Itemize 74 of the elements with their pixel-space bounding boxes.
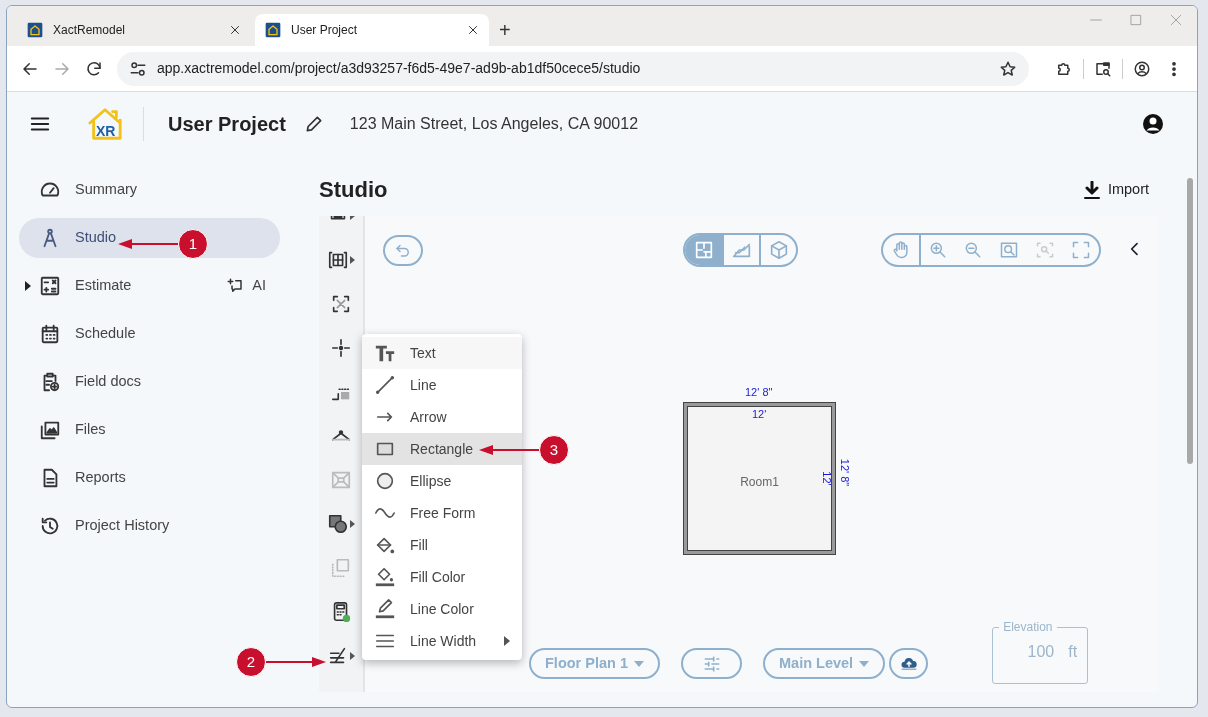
import-button[interactable]: Import xyxy=(1077,178,1155,202)
menu-item[interactable]: Free Form xyxy=(362,497,522,529)
room-name: Room1 xyxy=(740,474,779,491)
menu-item[interactable]: Fill xyxy=(362,529,522,561)
menu-item[interactable]: Ellipse xyxy=(362,465,522,497)
menu-item[interactable]: Fill Color xyxy=(362,561,522,593)
caret-down-icon xyxy=(634,660,644,667)
fullscreen-icon xyxy=(1071,240,1091,260)
callout-badge: 2 xyxy=(236,647,266,677)
grid-window-icon[interactable] xyxy=(327,249,349,271)
dashed-x-icon[interactable] xyxy=(330,293,352,315)
calculator-icon xyxy=(39,275,61,297)
line-icon xyxy=(374,374,396,396)
fill-color-icon xyxy=(374,566,396,588)
hand-icon xyxy=(891,240,911,260)
zoom-out-icon xyxy=(963,240,983,260)
ai-label[interactable]: AI xyxy=(252,275,266,297)
callout-arrow xyxy=(479,443,539,457)
menu-item[interactable]: Arrow xyxy=(362,401,522,433)
project-address: 123 Main Street, Los Angeles, CA 90012 xyxy=(349,114,639,134)
dimension-label: 12' 8" xyxy=(745,387,773,398)
close-icon[interactable] xyxy=(229,24,241,36)
circle-icon xyxy=(374,470,396,492)
callout-arrow xyxy=(266,655,326,669)
crosshair-icon[interactable] xyxy=(330,337,352,359)
star-icon[interactable] xyxy=(999,59,1017,78)
cloud-upload-button[interactable] xyxy=(889,648,929,679)
caret-down-icon xyxy=(859,660,870,667)
sidebar-item[interactable]: Files xyxy=(19,410,280,450)
sidebar-item[interactable]: Field docs xyxy=(19,362,280,402)
download-icon xyxy=(1083,181,1100,199)
zoom-in-icon xyxy=(928,240,948,260)
logo-text: XR xyxy=(96,123,116,139)
page-title: Studio xyxy=(319,176,388,204)
reload-icon[interactable] xyxy=(85,59,103,78)
menu-item[interactable]: Line Width xyxy=(362,625,522,657)
zoom-selection-icon xyxy=(1035,240,1055,260)
calendar-icon xyxy=(39,323,61,345)
scrollbar-thumb[interactable] xyxy=(1187,178,1193,464)
images-icon xyxy=(39,419,61,441)
favicon-icon xyxy=(27,22,43,38)
favicon-icon xyxy=(265,22,281,38)
account-icon[interactable] xyxy=(1141,112,1165,136)
menu-item[interactable]: Line xyxy=(362,369,522,401)
sidebar-item[interactable]: Estimate AI xyxy=(19,266,280,306)
sparkle-chat-icon xyxy=(226,277,245,295)
shapes-icon[interactable] xyxy=(327,513,349,535)
menu-item[interactable]: Line Color xyxy=(362,593,522,625)
sidebar-item[interactable]: Reports xyxy=(19,458,280,498)
dimension-label: 12' 8" xyxy=(839,458,851,487)
submenu-caret-icon[interactable] xyxy=(350,256,355,264)
profile-icon[interactable] xyxy=(1133,59,1151,78)
submenu-caret-icon[interactable] xyxy=(350,520,355,528)
menu-item[interactable]: Rectangle xyxy=(362,433,522,465)
project-name: User Project xyxy=(168,112,286,137)
pencil-icon xyxy=(374,598,396,620)
menu-item[interactable]: Text xyxy=(362,337,522,369)
browser-tab[interactable]: XactRemodel xyxy=(17,14,251,46)
expand-caret-icon[interactable] xyxy=(24,281,32,291)
browser-tab[interactable]: User Project xyxy=(255,14,489,46)
close-icon[interactable] xyxy=(467,24,479,36)
submenu-caret-icon[interactable] xyxy=(350,652,355,660)
callout-arrow xyxy=(118,237,178,251)
wave-icon xyxy=(374,507,396,519)
zoom-fit-icon xyxy=(999,240,1019,260)
sidebar-item[interactable]: Project History xyxy=(19,506,280,546)
site-settings-icon[interactable] xyxy=(129,59,147,78)
dimension-label: 12' xyxy=(752,409,767,420)
history-icon xyxy=(39,515,61,537)
sidebar-item[interactable]: Schedule xyxy=(19,314,280,354)
dimension-label: 12' xyxy=(820,471,832,486)
new-tab-button[interactable]: + xyxy=(493,20,517,40)
sidebar-item[interactable]: Summary xyxy=(19,170,280,210)
media-search-icon[interactable] xyxy=(1094,59,1112,78)
